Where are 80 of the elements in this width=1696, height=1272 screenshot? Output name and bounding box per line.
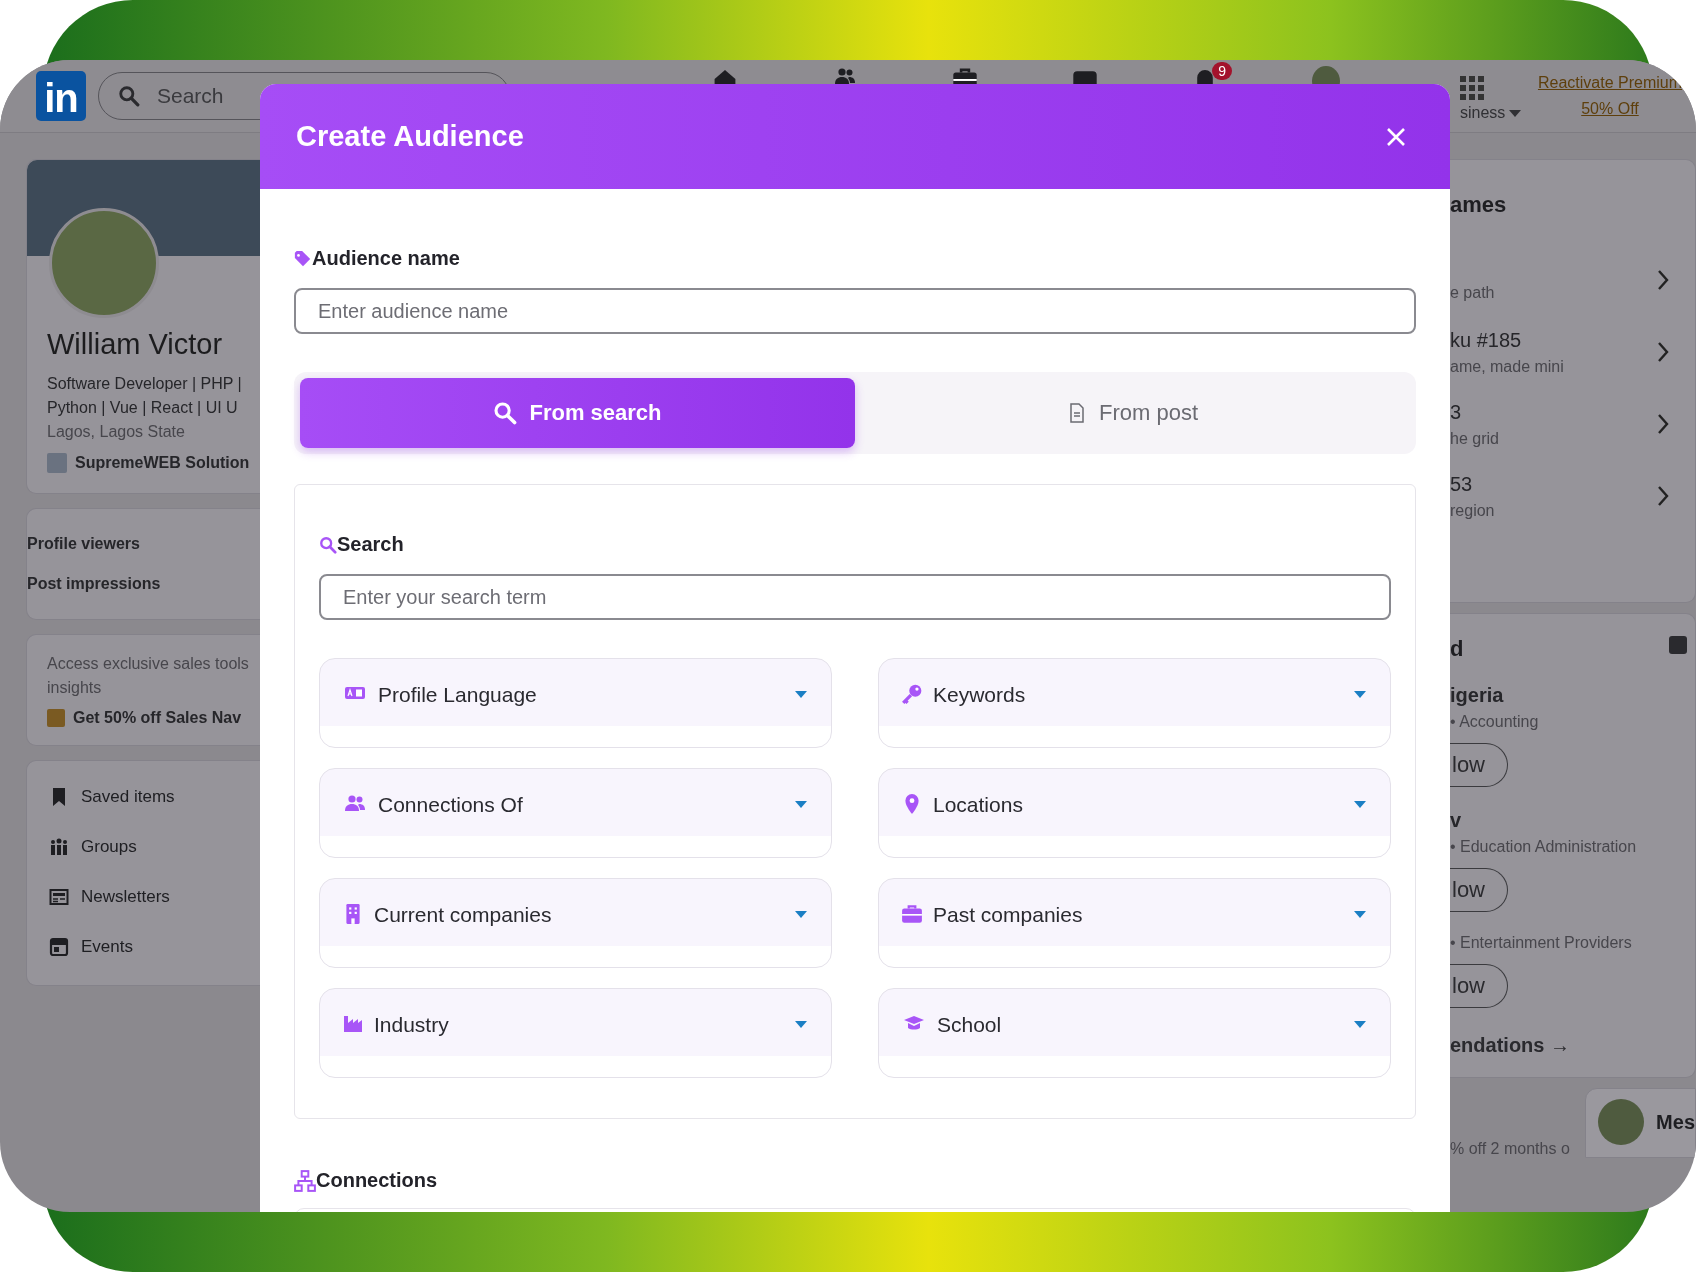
filter-dropdown[interactable]: Industry — [319, 988, 832, 1078]
premium-link[interactable]: Reactivate Premium — [1537, 74, 1682, 92]
person-detail: • Accounting — [1450, 713, 1539, 731]
shortcut-link[interactable]: Newsletters — [81, 887, 170, 907]
caret-icon — [795, 911, 807, 919]
avatar — [1598, 1099, 1645, 1145]
person-detail: • Entertainment Providers — [1450, 934, 1632, 952]
modal-title: Create Audience — [296, 120, 524, 153]
person-name[interactable]: v — [1450, 809, 1462, 832]
caret-icon — [1354, 801, 1366, 809]
caret-icon — [1509, 110, 1522, 118]
field-label: Search — [337, 533, 404, 556]
network-icon — [294, 1169, 316, 1192]
card-title: ames — [1450, 192, 1508, 218]
tag-icon — [294, 249, 312, 268]
profile-headline: Software Developer | PHP | — [47, 375, 243, 393]
game-subtitle: e path — [1450, 284, 1495, 302]
apps-grid-icon[interactable] — [1460, 76, 1484, 100]
section-label: Connections — [316, 1169, 438, 1192]
offer-link[interactable]: 50% Off — [1581, 100, 1639, 118]
game-title[interactable]: 53 — [1450, 472, 1495, 496]
promo-link[interactable]: Get 50% off Sales Nav — [73, 709, 242, 727]
game-subtitle: he grid — [1450, 429, 1499, 448]
factory-icon — [342, 1013, 364, 1033]
game-title[interactable]: 3 — [1450, 400, 1499, 424]
game-title[interactable]: ku #185 — [1450, 328, 1564, 352]
caret-icon — [1354, 911, 1366, 919]
caret-icon — [795, 801, 807, 809]
promo-text: Access exclusive sales tools — [47, 655, 250, 673]
chevron-icon[interactable] — [1657, 413, 1669, 435]
company-name[interactable]: SupremeWEB Solution — [75, 454, 250, 472]
logo[interactable]: in — [36, 71, 86, 121]
game-subtitle: ame, made mini — [1450, 357, 1564, 376]
messaging-bar[interactable]: Mes — [1585, 1088, 1696, 1158]
people-icon — [342, 793, 368, 813]
filter-dropdown[interactable]: Locations — [878, 768, 1391, 858]
newsletter-icon — [49, 887, 69, 907]
game-subtitle: region — [1450, 501, 1495, 520]
chevron-icon[interactable] — [1657, 269, 1669, 291]
calendar-icon — [49, 937, 69, 957]
ad-text: % off 2 months o — [1450, 1140, 1570, 1158]
search-field[interactable]: Enter your search term — [319, 574, 1391, 620]
stat-label[interactable]: Profile viewers — [27, 535, 262, 553]
profile-headline: Python | Vue | React | UI U — [47, 399, 239, 417]
tab[interactable]: From search — [300, 378, 855, 448]
notification-badge: 9 — [1212, 62, 1232, 80]
stat-label[interactable]: Post impressions — [27, 575, 262, 593]
caret-icon — [1354, 1021, 1366, 1029]
caret-icon — [1354, 691, 1366, 699]
groups-icon — [49, 837, 69, 857]
caret-icon — [795, 691, 807, 699]
chevron-icon[interactable] — [1657, 341, 1669, 363]
promo-text: insights — [47, 679, 103, 697]
field-label: Audience name — [312, 247, 460, 270]
caret-icon — [795, 1021, 807, 1029]
briefcase-icon — [901, 903, 923, 925]
filter-dropdown[interactable]: Profile Language — [319, 658, 832, 748]
filter-dropdown[interactable]: Past companies — [878, 878, 1391, 968]
card-title: d — [1450, 636, 1464, 662]
tab[interactable]: From post — [855, 378, 1410, 448]
nav-label[interactable]: siness — [1460, 104, 1522, 122]
profile-name[interactable]: William Victor — [47, 328, 262, 361]
profile-location: Lagos, Lagos State — [47, 423, 186, 441]
people-icon — [832, 66, 858, 86]
audience-name-field[interactable]: Enter audience name — [294, 288, 1416, 334]
person-detail: • Education Administration — [1450, 838, 1637, 856]
key-icon — [901, 683, 923, 705]
shortcut-link[interactable]: Events — [81, 937, 133, 957]
filter-dropdown[interactable]: Keywords — [878, 658, 1391, 748]
chevron-icon[interactable] — [1657, 485, 1669, 507]
document-icon — [1067, 403, 1087, 423]
filter-dropdown[interactable]: School — [878, 988, 1391, 1078]
shortcut-link[interactable]: Saved items — [81, 787, 175, 807]
person-name[interactable]: igeria — [1450, 684, 1504, 707]
recommendations-link[interactable]: endations → — [1450, 1034, 1695, 1057]
search-icon — [493, 401, 518, 425]
filter-dropdown[interactable]: Current companies — [319, 878, 832, 968]
shortcut-link[interactable]: Groups — [81, 837, 137, 857]
search-icon — [319, 535, 337, 554]
filter-dropdown[interactable]: Connections Of — [319, 768, 832, 858]
